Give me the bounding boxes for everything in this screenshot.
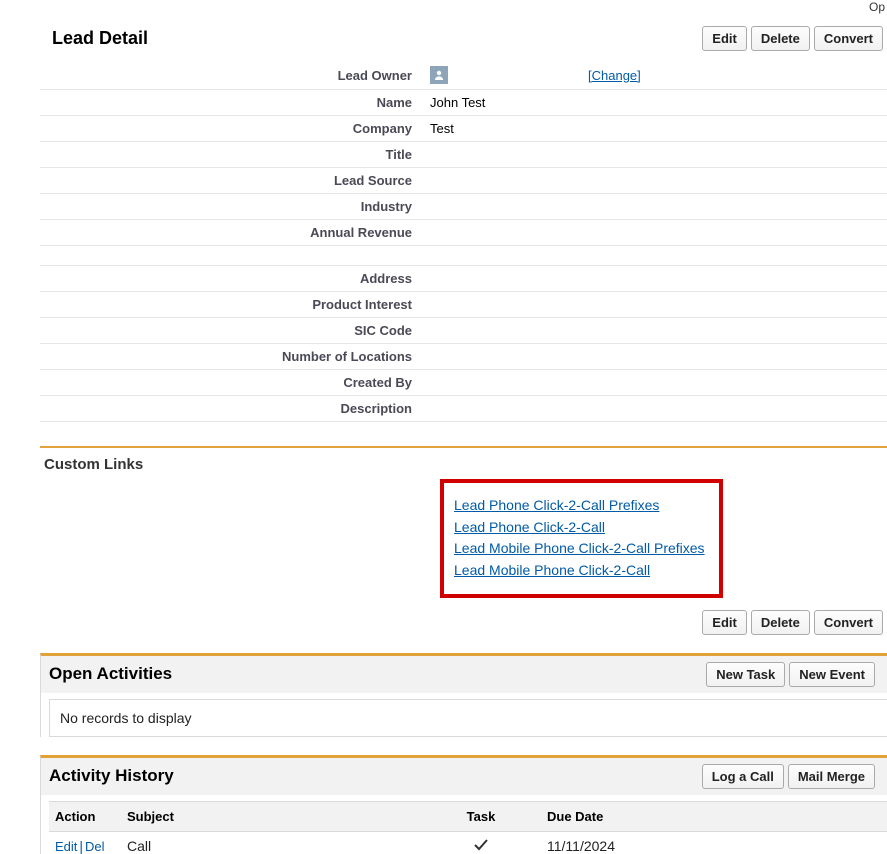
custom-link[interactable]: Lead Phone Click-2-Call Prefixes: [454, 495, 705, 517]
col-header-task: Task: [421, 801, 541, 831]
activity-history-panel: Activity History Log a Call Mail Merge A…: [40, 755, 887, 854]
new-task-button[interactable]: New Task: [706, 662, 785, 687]
field-label-address: Address: [40, 266, 430, 292]
check-icon: [474, 838, 488, 854]
col-header-due-date: Due Date: [541, 801, 887, 831]
field-value-title: [430, 142, 887, 168]
table-row: Edit|Del Call 11/11/2024: [49, 831, 887, 854]
convert-button[interactable]: Convert: [814, 610, 883, 635]
field-value-industry: [430, 194, 887, 220]
field-label-description: Description: [40, 396, 430, 422]
no-records-message: No records to display: [49, 699, 887, 737]
open-activities-panel: Open Activities New Task New Event No re…: [40, 653, 887, 737]
field-label-company: Company: [40, 116, 430, 142]
delete-button[interactable]: Delete: [751, 26, 810, 51]
field-value-description: [430, 396, 887, 422]
custom-link[interactable]: Lead Mobile Phone Click-2-Call: [454, 560, 705, 582]
person-icon: [430, 66, 448, 84]
row-edit-link[interactable]: Edit: [55, 839, 77, 854]
field-label-product-interest: Product Interest: [40, 292, 430, 318]
log-a-call-button[interactable]: Log a Call: [702, 764, 784, 789]
field-value-num-locations: [430, 344, 887, 370]
row-due-date: 11/11/2024: [541, 831, 887, 854]
edit-button[interactable]: Edit: [702, 610, 747, 635]
custom-link[interactable]: Lead Mobile Phone Click-2-Call Prefixes: [454, 538, 705, 560]
activity-history-title: Activity History: [49, 766, 174, 786]
change-owner-link[interactable]: [Change]: [588, 68, 641, 83]
custom-links-highlight-box: Lead Phone Click-2-Call Prefixes Lead Ph…: [440, 479, 723, 598]
field-value-address: [430, 266, 887, 292]
open-activities-title: Open Activities: [49, 664, 172, 684]
edit-button[interactable]: Edit: [702, 26, 747, 51]
field-value-lead-source: [430, 168, 887, 194]
field-value-annual-revenue: [430, 220, 887, 246]
field-value-name: John Test: [430, 90, 887, 116]
custom-link[interactable]: Lead Phone Click-2-Call: [454, 517, 705, 539]
col-header-action: Action: [49, 801, 121, 831]
bottom-button-row: Edit Delete Convert: [40, 610, 887, 635]
field-value-company: Test: [430, 116, 887, 142]
delete-button[interactable]: Delete: [751, 610, 810, 635]
field-value-product-interest: [430, 292, 887, 318]
field-label-lead-source: Lead Source: [40, 168, 430, 194]
activity-history-table: Action Subject Task Due Date Edit|Del Ca…: [49, 801, 887, 854]
field-label-created-by: Created By: [40, 370, 430, 396]
lead-detail-table: Lead Owner [Change] Name John Test Compa…: [40, 61, 887, 422]
row-del-link[interactable]: Del: [85, 839, 105, 854]
col-header-subject: Subject: [121, 801, 421, 831]
row-task-checked: [421, 831, 541, 854]
field-label-annual-revenue: Annual Revenue: [40, 220, 430, 246]
field-label-industry: Industry: [40, 194, 430, 220]
mail-merge-button[interactable]: Mail Merge: [788, 764, 875, 789]
page-title: Lead Detail: [40, 28, 148, 49]
field-value-sic-code: [430, 318, 887, 344]
convert-button[interactable]: Convert: [814, 26, 883, 51]
row-subject: Call: [121, 831, 421, 854]
field-label-title: Title: [40, 142, 430, 168]
field-label-sic-code: SIC Code: [40, 318, 430, 344]
field-value-created-by: [430, 370, 887, 396]
new-event-button[interactable]: New Event: [789, 662, 875, 687]
field-label-num-locations: Number of Locations: [40, 344, 430, 370]
field-label-name: Name: [40, 90, 430, 116]
top-button-row: Edit Delete Convert: [702, 26, 887, 51]
corner-text-fragment: Op: [0, 0, 887, 16]
field-label-lead-owner: Lead Owner: [40, 61, 430, 90]
detail-header: Lead Detail Edit Delete Convert: [40, 26, 887, 51]
custom-links-title: Custom Links: [40, 448, 887, 479]
